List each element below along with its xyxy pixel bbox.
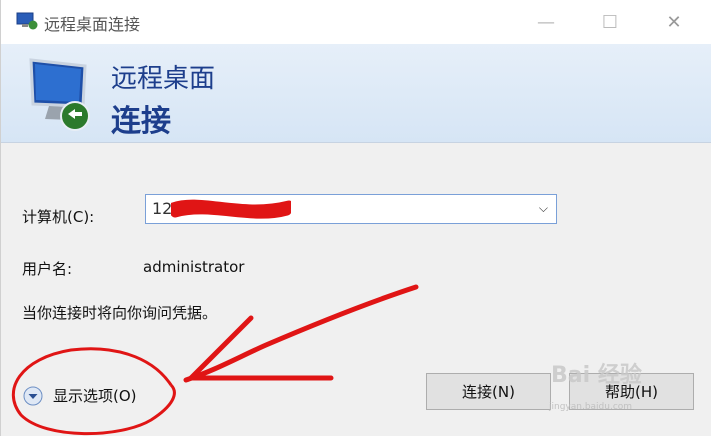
show-options-label[interactable]: 显示选项(O) bbox=[53, 385, 137, 406]
remote-desktop-app-icon bbox=[16, 12, 38, 30]
redaction-scribble bbox=[171, 199, 291, 219]
baidu-watermark: Bai 经验 bbox=[551, 363, 642, 388]
minimize-button[interactable]: — bbox=[523, 0, 569, 44]
credentials-notice: 当你连接时将向你询问凭据。 bbox=[22, 304, 218, 322]
computer-label: 计算机(C): bbox=[22, 208, 95, 226]
username-value: administrator bbox=[143, 258, 245, 276]
window-title: 远程桌面连接 bbox=[44, 15, 141, 34]
baidu-watermark-url: jingyan.baidu.com bbox=[549, 402, 633, 412]
banner-title-line2: 连接 bbox=[111, 104, 171, 139]
monitor-connection-icon bbox=[29, 58, 90, 131]
banner-title-line1: 远程桌面 bbox=[111, 64, 216, 94]
title-bar: 远程桌面连接 — ☐ ✕ bbox=[1, 0, 711, 44]
expand-down-icon[interactable] bbox=[23, 386, 43, 406]
maximize-button[interactable]: ☐ bbox=[587, 0, 633, 44]
close-button[interactable]: ✕ bbox=[651, 0, 697, 44]
connect-button[interactable]: 连接(N) bbox=[426, 373, 551, 410]
username-label: 用户名: bbox=[22, 260, 73, 278]
header-banner: 远程桌面 连接 bbox=[1, 44, 711, 143]
chevron-down-icon[interactable]: ⌵ bbox=[539, 201, 548, 216]
show-options-toggle[interactable]: 显示选项(O) bbox=[23, 385, 137, 406]
remote-desktop-window: 远程桌面连接 — ☐ ✕ 远程桌面 连接 计算机(C): 123.207 ⌵ 用… bbox=[0, 0, 711, 436]
